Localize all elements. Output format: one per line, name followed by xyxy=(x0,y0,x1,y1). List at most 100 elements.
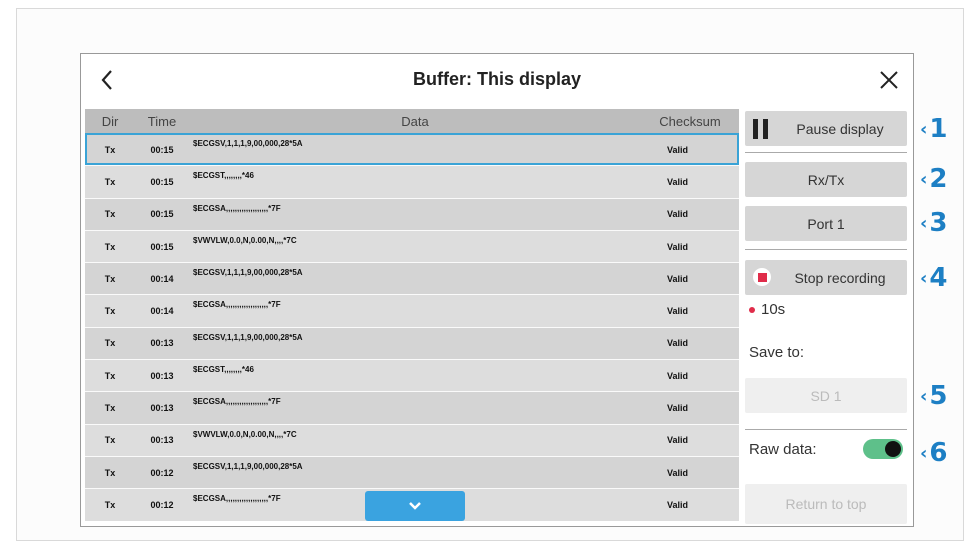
table-row[interactable]: Tx 00:13 $ECGSV,1,1,1,9,00,000,28*5A Valid xyxy=(85,326,739,360)
column-header-time: Time xyxy=(147,113,177,129)
page-title: Buffer: This display xyxy=(412,68,582,89)
cell-time: 00:12 xyxy=(150,499,174,510)
cell-dir: Tx xyxy=(104,306,116,317)
table-body[interactable]: Tx 00:15 $ECGSV,1,1,1,9,00,000,28*5A Valid T… xyxy=(85,133,739,521)
cell-checksum: Valid xyxy=(667,467,689,478)
cell-data: $ECGSV,1,1,1,9,00,000,28*5A xyxy=(193,332,303,342)
cell-time: 00:13 xyxy=(150,338,174,349)
back-button[interactable] xyxy=(91,64,123,96)
table-row[interactable]: Tx 00:14 $ECGSA,,,,,,,,,,,,,,,,,,,*7F Valid xyxy=(85,294,739,327)
callout-6: ‹ 6 xyxy=(920,438,948,468)
port-button[interactable]: Port 1 xyxy=(745,206,907,241)
callout-number: 4 xyxy=(929,263,948,293)
rx-tx-button[interactable]: Rx/Tx xyxy=(745,162,907,197)
screenshot-frame: Buffer: This display Dir Time Data Check… xyxy=(16,8,964,541)
raw-data-toggle[interactable] xyxy=(863,439,903,459)
callout-number: 1 xyxy=(929,114,948,144)
pause-display-label: Pause display xyxy=(796,120,884,137)
cell-dir: Tx xyxy=(104,403,116,414)
cell-dir: Tx xyxy=(104,241,116,252)
scroll-down-button[interactable] xyxy=(365,491,465,521)
cell-checksum: Valid xyxy=(667,306,689,317)
record-stop-icon xyxy=(753,268,771,286)
cell-data: $ECGSA,,,,,,,,,,,,,,,,,,,*7F xyxy=(193,203,281,213)
column-header-data: Data xyxy=(401,113,429,129)
cell-time: 00:15 xyxy=(150,241,174,252)
cell-dir: Tx xyxy=(104,209,116,220)
close-button[interactable] xyxy=(873,64,905,96)
save-target-button[interactable]: SD 1 xyxy=(745,378,907,413)
cell-time: 00:15 xyxy=(150,144,174,155)
callout-5: ‹ 5 xyxy=(920,381,948,411)
callout-2: ‹ 2 xyxy=(920,164,948,194)
stop-recording-label: Stop recording xyxy=(794,269,886,286)
callout-arrow-icon: ‹ xyxy=(920,212,928,234)
recording-dot-icon xyxy=(749,307,755,314)
callout-arrow-icon: ‹ xyxy=(920,442,928,464)
return-to-top-button[interactable]: Return to top xyxy=(745,484,907,524)
cell-dir: Tx xyxy=(104,499,116,510)
pause-display-button[interactable]: Pause display xyxy=(745,111,907,146)
cell-dir: Tx xyxy=(104,467,116,478)
table-row[interactable]: Tx 00:12 $ECGSV,1,1,1,9,00,000,28*5A Valid xyxy=(85,455,739,489)
stop-recording-button[interactable]: Stop recording xyxy=(745,260,907,295)
table-header: Dir Time Data Checksum xyxy=(85,109,739,133)
table-row-selected[interactable]: Tx 00:15 $ECGSV,1,1,1,9,00,000,28*5A Valid xyxy=(85,133,739,166)
cell-dir: Tx xyxy=(104,370,116,381)
cell-checksum: Valid xyxy=(667,338,689,349)
divider xyxy=(745,429,907,430)
cell-dir: Tx xyxy=(104,176,116,187)
cell-data: $ECGSA,,,,,,,,,,,,,,,,,,,*7F xyxy=(193,300,281,310)
cell-data: $ECGSV,1,1,1,9,00,000,28*5A xyxy=(193,268,303,278)
cell-checksum: Valid xyxy=(667,273,689,284)
cell-checksum: Valid xyxy=(667,370,689,381)
save-to-label: Save to: xyxy=(749,344,805,361)
callout-3: ‹ 3 xyxy=(920,208,948,238)
callout-number: 6 xyxy=(929,438,948,468)
table-row[interactable]: Tx 00:13 $ECGST,,,,,,,,*46 Valid xyxy=(85,359,739,392)
cell-dir: Tx xyxy=(104,144,116,155)
table-row[interactable]: Tx 00:14 $ECGSV,1,1,1,9,00,000,28*5A Valid xyxy=(85,262,739,295)
title-bar: Buffer: This display xyxy=(81,54,913,104)
cell-data: $VWVLW,0.0,N,0.00,N,,,,*7C xyxy=(193,429,297,439)
cell-dir: Tx xyxy=(104,338,116,349)
cell-time: 00:15 xyxy=(150,176,174,187)
callout-number: 3 xyxy=(929,208,948,238)
table-row[interactable]: Tx 00:15 $ECGSA,,,,,,,,,,,,,,,,,,,*7F Valid xyxy=(85,197,739,230)
callout-arrow-icon: ‹ xyxy=(920,267,928,289)
divider xyxy=(745,249,907,250)
cell-checksum: Valid xyxy=(667,241,689,252)
cell-time: 00:13 xyxy=(150,435,174,446)
cell-checksum: Valid xyxy=(667,403,689,414)
raw-data-label: Raw data: xyxy=(749,441,817,458)
toggle-knob xyxy=(885,441,901,457)
table-row[interactable]: Tx 00:13 $VWVLW,0.0,N,0.00,N,,,,*7C Valid xyxy=(85,423,739,456)
cell-time: 00:14 xyxy=(150,273,174,284)
cell-time: 00:13 xyxy=(150,403,174,414)
table-row[interactable]: Tx 00:15 $VWVLW,0.0,N,0.00,N,,,,*7C Valid xyxy=(85,229,739,263)
sidebar: Pause display Rx/Tx Port 1 Stop recordin… xyxy=(745,109,907,527)
buffer-dialog: Buffer: This display Dir Time Data Check… xyxy=(80,53,914,527)
chevron-down-icon xyxy=(409,502,421,510)
cell-checksum: Valid xyxy=(667,176,689,187)
back-chevron-icon xyxy=(101,70,112,90)
cell-dir: Tx xyxy=(104,273,116,284)
cell-checksum: Valid xyxy=(667,209,689,220)
cell-dir: Tx xyxy=(104,435,116,446)
cell-data: $ECGST,,,,,,,,*46 xyxy=(193,365,254,375)
cell-time: 00:13 xyxy=(150,370,174,381)
cell-checksum: Valid xyxy=(667,499,689,510)
cell-data: $ECGSV,1,1,1,9,00,000,28*5A xyxy=(193,139,303,148)
table-row[interactable]: Tx 00:15 $ECGST,,,,,,,,*46 Valid xyxy=(85,165,739,198)
buffer-table: Dir Time Data Checksum Tx 00:15 $ECGSV,1,1… xyxy=(85,109,739,527)
cell-time: 00:14 xyxy=(150,306,174,317)
pause-icon xyxy=(753,119,771,139)
table-row[interactable]: Tx 00:13 $ECGSA,,,,,,,,,,,,,,,,,,,*7F Valid xyxy=(85,391,739,424)
recording-timer: 10s xyxy=(749,301,785,318)
divider xyxy=(745,152,907,153)
column-header-dir: Dir xyxy=(101,113,119,129)
column-header-checksum: Checksum xyxy=(659,113,721,129)
callout-number: 2 xyxy=(929,164,948,194)
cell-checksum: Valid xyxy=(667,144,689,155)
callout-4: ‹ 4 xyxy=(920,263,948,293)
